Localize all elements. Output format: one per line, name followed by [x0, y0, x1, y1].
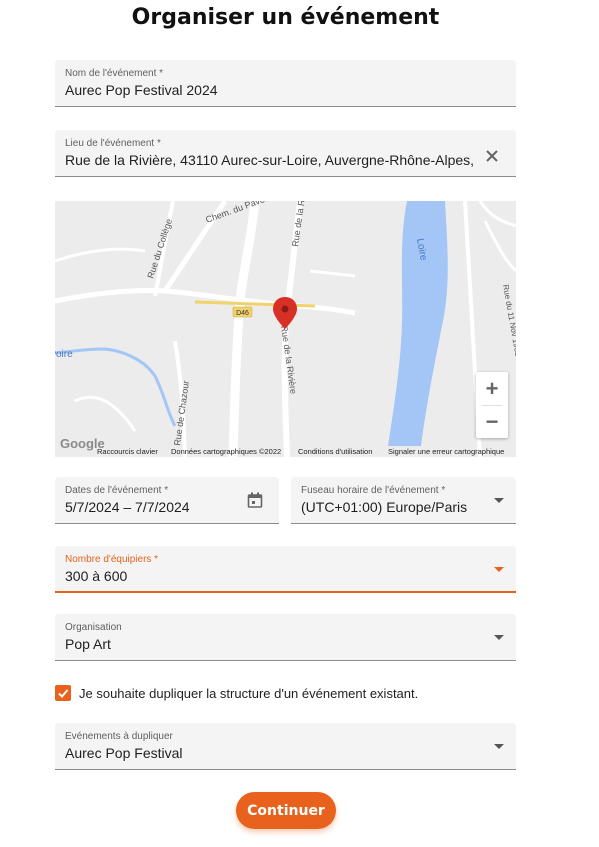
event-dates-label: Dates de l'événement *: [65, 485, 169, 496]
duplicate-checkbox[interactable]: [55, 685, 71, 701]
events-to-duplicate-select[interactable]: Evénements à dupliquer Aurec Pop Festiva…: [55, 723, 516, 770]
duplicate-checkbox-row[interactable]: Je souhaite dupliquer la structure d'un …: [55, 684, 418, 702]
map-footer: Raccourcis clavier Données cartographiqu…: [55, 446, 516, 457]
chevron-down-icon: [494, 635, 504, 640]
zoom-in-button[interactable]: +: [476, 372, 508, 405]
chevron-down-icon: [494, 744, 504, 749]
d46-label: D46: [236, 310, 249, 317]
team-size-select[interactable]: Nombre d'équipiers * 300 à 600: [55, 546, 516, 593]
chevron-down-icon: [494, 498, 504, 503]
duplicate-checkbox-label: Je souhaite dupliquer la structure d'un …: [79, 685, 419, 701]
map-zoom-controls: + −: [476, 372, 508, 438]
timezone-label: Fuseau horaire de l'événement *: [301, 485, 446, 496]
keyboard-shortcuts-link[interactable]: Raccourcis clavier: [97, 447, 158, 456]
events-to-duplicate-label: Evénements à dupliquer: [65, 731, 173, 742]
team-size-value: 300 à 600: [65, 568, 128, 584]
event-location-field[interactable]: Lieu de l'événement * Rue de la Rivière,…: [55, 130, 516, 177]
continue-button[interactable]: Continuer: [236, 792, 336, 829]
organisation-select[interactable]: Organisation Pop Art: [55, 614, 516, 661]
event-name-label: Nom de l'événement *: [65, 68, 164, 79]
organisation-value: Pop Art: [65, 636, 111, 652]
location-map[interactable]: D46 Chem. du Pavé Rue du Collège Rue de …: [55, 201, 516, 457]
check-icon: [58, 689, 69, 698]
timezone-select[interactable]: Fuseau horaire de l'événement * (UTC+01:…: [291, 477, 516, 524]
team-size-label: Nombre d'équipiers *: [65, 554, 159, 565]
event-dates-value[interactable]: 5/7/2024 – 7/7/2024: [65, 499, 190, 515]
map-data-text: Données cartographiques ©2022: [171, 447, 282, 456]
chevron-down-icon: [494, 567, 504, 572]
terms-link[interactable]: Conditions d'utilisation: [298, 447, 372, 456]
close-icon[interactable]: [485, 149, 499, 163]
events-to-duplicate-value: Aurec Pop Festival: [65, 745, 183, 761]
event-name-field[interactable]: Nom de l'événement * Aurec Pop Festival …: [55, 60, 516, 107]
calendar-icon[interactable]: [247, 492, 263, 508]
zoom-out-button[interactable]: −: [476, 405, 508, 438]
voire-label: voire: [55, 349, 73, 360]
organisation-label: Organisation: [65, 622, 122, 633]
event-location-value[interactable]: Rue de la Rivière, 43110 Aurec-sur-Loire…: [65, 152, 475, 168]
page-title: Organiser un événement: [131, 5, 440, 30]
event-name-value[interactable]: Aurec Pop Festival 2024: [65, 82, 218, 98]
timezone-value: (UTC+01:00) Europe/Paris: [301, 499, 468, 515]
report-error-link[interactable]: Signaler une erreur cartographique: [388, 447, 504, 456]
event-location-label: Lieu de l'événement *: [65, 138, 161, 149]
event-dates-field[interactable]: Dates de l'événement * 5/7/2024 – 7/7/20…: [55, 477, 279, 524]
